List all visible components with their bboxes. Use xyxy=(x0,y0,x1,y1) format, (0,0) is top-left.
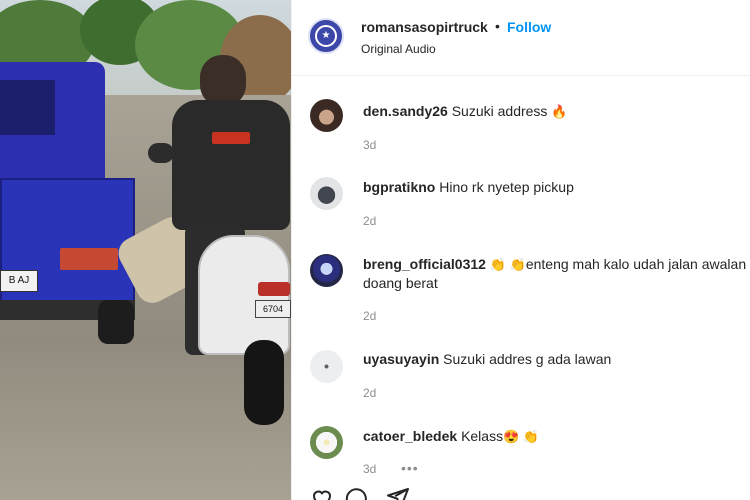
truck-license-plate: B AJ xyxy=(0,270,38,292)
post-header: ★ romansasopirtruck • Follow Original Au… xyxy=(292,0,750,76)
post-author-username[interactable]: romansasopirtruck xyxy=(361,19,488,35)
commenter-avatar[interactable] xyxy=(310,254,343,287)
comment-timestamp[interactable]: 3d xyxy=(363,138,376,152)
heart-icon[interactable] xyxy=(310,486,334,500)
truck-club-logo-icon: ★ xyxy=(315,25,337,47)
scooter-license-plate: 6704 xyxy=(255,300,291,318)
comment-timestamp[interactable]: 2d xyxy=(363,214,376,228)
scooter-wheel xyxy=(244,340,284,425)
clap-emoji: 👏 👏 xyxy=(489,257,526,272)
comment-timestamp[interactable]: 2d xyxy=(363,309,376,323)
comment-icon[interactable] xyxy=(344,486,368,500)
tail-light xyxy=(60,248,118,270)
comments-panel: ★ romansasopirtruck • Follow Original Au… xyxy=(291,0,750,500)
fire-emoji: 🔥 xyxy=(551,104,568,119)
heart-eyes-clap-emoji: 😍 👏 xyxy=(503,429,540,444)
comment-timestamp[interactable]: 3d xyxy=(363,462,376,476)
scooter-tail-light xyxy=(258,282,290,296)
commenter-avatar[interactable] xyxy=(310,99,343,132)
commenter-username[interactable]: den.sandy26 xyxy=(363,103,448,119)
reel-video[interactable]: B AJ 6704 xyxy=(0,0,291,500)
scooter-mirror xyxy=(148,143,174,163)
separator-dot: • xyxy=(495,18,500,34)
commenter-username[interactable]: bgpratikno xyxy=(363,179,435,195)
commenter-username[interactable]: uyasuyayin xyxy=(363,351,439,367)
audio-label[interactable]: Original Audio xyxy=(361,42,436,56)
comment-body: den.sandy26 Suzuki address 🔥 xyxy=(363,102,750,121)
commenter-username[interactable]: breng_official0312 xyxy=(363,256,486,272)
comment-text: Suzuki addres g ada lawan xyxy=(443,351,612,367)
comment-body: catoer_bledek Kelass😍 👏 xyxy=(363,427,750,446)
truck-wheel xyxy=(98,300,134,344)
profile-avatar[interactable]: ★ xyxy=(308,18,344,54)
comment-timestamp[interactable]: 2d xyxy=(363,386,376,400)
comment-options-icon[interactable]: ••• xyxy=(401,460,419,476)
commenter-avatar[interactable] xyxy=(310,350,343,383)
comment-text: Hino rk nyetep pickup xyxy=(439,179,574,195)
rider-torso xyxy=(172,100,290,230)
commenter-username[interactable]: catoer_bledek xyxy=(363,428,457,444)
comment-text: Kelass xyxy=(461,428,504,444)
action-bar xyxy=(310,486,430,500)
commenter-avatar[interactable] xyxy=(310,426,343,459)
comment-text: Suzuki address xyxy=(451,103,548,119)
comment-body: breng_official0312 👏 👏enteng mah kalo ud… xyxy=(363,255,750,293)
comment-body: bgpratikno Hino rk nyetep pickup xyxy=(363,178,750,197)
commenter-avatar[interactable] xyxy=(310,177,343,210)
paper-plane-icon[interactable] xyxy=(386,486,410,500)
comment-body: uyasuyayin Suzuki addres g ada lawan xyxy=(363,350,750,369)
follow-button[interactable]: Follow xyxy=(507,19,551,35)
shirt-logo xyxy=(212,132,250,144)
pickup-truck-window xyxy=(0,80,55,135)
